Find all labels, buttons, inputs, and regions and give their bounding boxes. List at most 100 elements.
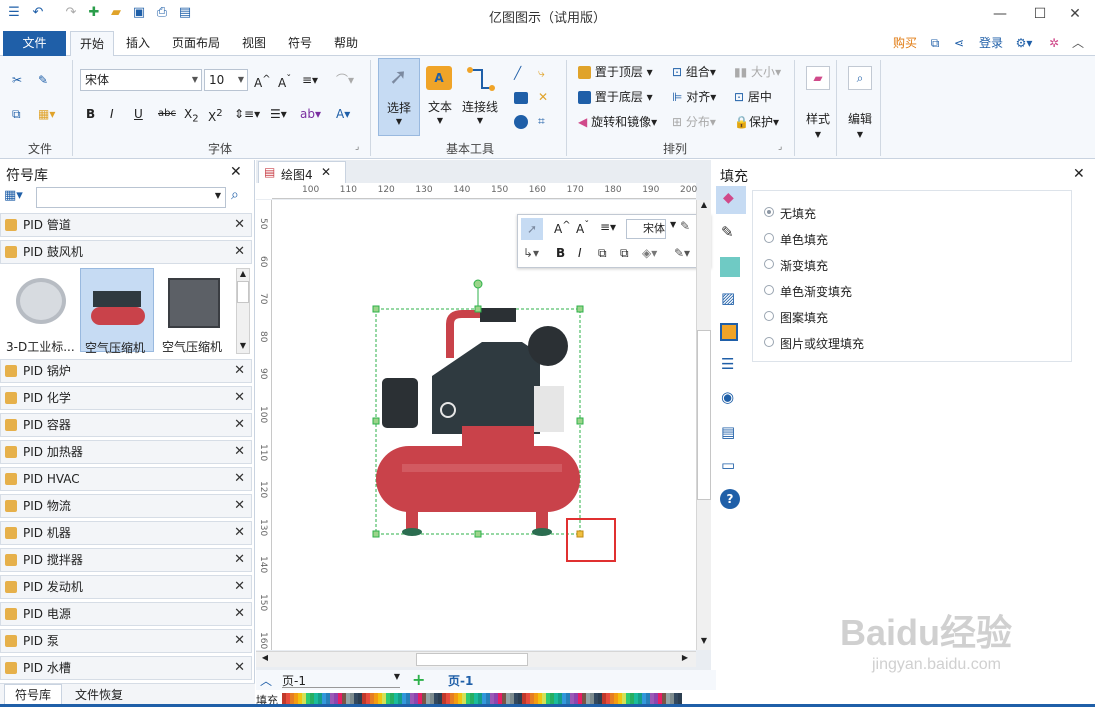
share-screen-icon[interactable]: ⧉ bbox=[926, 31, 944, 56]
tab-symbol-library[interactable]: 符号库 bbox=[4, 684, 62, 706]
scroll-left-icon[interactable]: ◀ bbox=[258, 653, 272, 667]
fill-option-label[interactable]: 单色填充 bbox=[780, 231, 828, 248]
air-compressor-shape[interactable] bbox=[372, 278, 586, 540]
login-link[interactable]: 登录 bbox=[974, 31, 1008, 56]
library-item[interactable]: PID 搅拌器 ✕ bbox=[0, 548, 252, 572]
library-item[interactable]: PID 物流 ✕ bbox=[0, 494, 252, 518]
tab-home[interactable]: 开始 bbox=[70, 31, 114, 57]
scroll-down-icon[interactable]: ▼ bbox=[697, 636, 711, 650]
page-list-icon[interactable]: ☰ bbox=[721, 355, 734, 373]
send-to-back-button[interactable]: 置于底层 ▾ bbox=[578, 86, 653, 108]
close-icon[interactable]: ✕ bbox=[234, 603, 245, 625]
library-search-input[interactable]: ▼ bbox=[36, 187, 226, 208]
highlight-icon[interactable]: ab▾ bbox=[300, 103, 321, 125]
subscript-icon[interactable]: X2 bbox=[184, 103, 199, 125]
shape-thumbnail[interactable]: 3-D工业标... bbox=[6, 270, 76, 354]
font-family-select[interactable]: 宋体 ▼ bbox=[80, 69, 202, 91]
line-tool-icon[interactable]: ╱ bbox=[514, 62, 521, 84]
document-tab[interactable]: ▤ 绘图4 ✕ bbox=[258, 161, 346, 183]
resize-handle[interactable] bbox=[576, 417, 584, 425]
close-icon[interactable]: ✕ bbox=[234, 441, 245, 463]
close-fill-panel-icon[interactable]: ✕ bbox=[1073, 166, 1085, 182]
fill-option-radio[interactable] bbox=[764, 233, 774, 243]
crop-icon[interactable]: ⌗ bbox=[538, 110, 545, 132]
decrease-font-icon[interactable]: Aˇ bbox=[278, 69, 291, 91]
tab-file-recovery[interactable]: 文件恢复 bbox=[66, 684, 132, 706]
edit-button[interactable]: ⌕ 编辑 ▼ bbox=[842, 62, 878, 142]
resize-handle[interactable] bbox=[372, 417, 380, 425]
close-icon[interactable]: ✕ bbox=[234, 630, 245, 652]
copy-icon[interactable]: ⧉ bbox=[12, 103, 21, 125]
vertical-scroll-thumb[interactable] bbox=[697, 330, 711, 500]
library-item[interactable]: PID 容器 ✕ bbox=[0, 413, 252, 437]
comment-icon[interactable]: ▭ bbox=[721, 456, 735, 474]
fill-option-radio[interactable] bbox=[764, 337, 774, 347]
italic-icon[interactable]: I bbox=[110, 103, 114, 125]
fill-option-label[interactable]: 单色渐变填充 bbox=[780, 283, 852, 300]
close-icon[interactable]: ✕ bbox=[234, 468, 245, 490]
hyperlink-icon[interactable]: ◉ bbox=[721, 388, 734, 406]
paragraph-align-icon[interactable]: ≡▾ bbox=[302, 69, 318, 91]
horizontal-scroll-thumb[interactable] bbox=[416, 653, 528, 666]
send-back-mini-icon[interactable]: ⧉ bbox=[620, 246, 629, 261]
fill-option-label[interactable]: 无填充 bbox=[780, 205, 816, 222]
fill-option-radio[interactable] bbox=[764, 285, 774, 295]
file-menu[interactable]: 文件 bbox=[3, 31, 66, 56]
image-icon[interactable]: ▨ bbox=[721, 289, 735, 307]
arrange-dialog-launcher-icon[interactable]: ⌟ bbox=[778, 136, 782, 158]
help-icon[interactable]: ? bbox=[720, 489, 740, 509]
shape-thumbnail[interactable]: 空气压缩机 bbox=[160, 270, 230, 354]
library-item[interactable]: PID 电源 ✕ bbox=[0, 602, 252, 626]
shape-thumbnail-selected[interactable]: 空气压缩机 bbox=[80, 268, 154, 355]
rotate-handle[interactable] bbox=[473, 279, 483, 289]
fill-option-radio[interactable] bbox=[764, 311, 774, 321]
fill-color-icon[interactable]: ◈▾ bbox=[642, 246, 657, 260]
add-page-icon[interactable]: + bbox=[412, 670, 425, 689]
close-icon[interactable]: ✕ bbox=[1060, 3, 1090, 25]
collapse-ribbon-icon[interactable]: ︿ bbox=[1068, 31, 1088, 56]
close-icon[interactable]: ✕ bbox=[234, 387, 245, 409]
italic-icon[interactable]: I bbox=[578, 246, 582, 260]
superscript-icon[interactable]: X2 bbox=[208, 103, 223, 125]
library-item[interactable]: PID 水槽 ✕ bbox=[0, 656, 252, 680]
strikethrough-icon[interactable]: abc bbox=[158, 103, 176, 125]
text-path-icon[interactable]: ⌒▾ bbox=[336, 69, 354, 91]
bold-icon[interactable]: B bbox=[86, 103, 95, 125]
line-tool-icon[interactable]: ✎ bbox=[721, 223, 734, 241]
distribute-button[interactable]: ⊞ 分布▾ bbox=[672, 111, 716, 133]
connector-tool-button[interactable]: 连接线 ▼ bbox=[460, 58, 500, 136]
resize-handle[interactable] bbox=[372, 305, 380, 313]
skin-icon[interactable]: ✲ bbox=[1044, 31, 1064, 56]
pointer-icon[interactable]: ➚ bbox=[521, 218, 543, 240]
library-item[interactable]: PID HVAC ✕ bbox=[0, 467, 252, 491]
close-icon[interactable]: ✕ bbox=[234, 576, 245, 598]
library-menu-icon[interactable]: ▦▾ bbox=[4, 188, 23, 203]
attachment-icon[interactable]: ▤ bbox=[721, 423, 735, 441]
rectangle-tool-icon[interactable] bbox=[514, 86, 528, 108]
fill-option-label[interactable]: 图案填充 bbox=[780, 309, 828, 326]
mini-font-select[interactable]: 宋体 bbox=[626, 219, 666, 239]
rotate-mirror-button[interactable]: ◀ 旋转和镜像▾ bbox=[578, 111, 657, 133]
close-icon[interactable]: ✕ bbox=[234, 495, 245, 517]
library-item[interactable]: PID 管道 ✕ bbox=[0, 213, 252, 237]
page-nav-up-icon[interactable]: ︿ bbox=[260, 672, 272, 689]
bring-front-mini-icon[interactable]: ⧉ bbox=[598, 246, 607, 261]
font-dialog-launcher-icon[interactable]: ⌟ bbox=[355, 136, 359, 158]
minimize-icon[interactable]: — bbox=[985, 3, 1015, 25]
shadow-icon[interactable] bbox=[720, 257, 740, 277]
close-icon[interactable]: ✕ bbox=[234, 657, 245, 679]
tab-symbol[interactable]: 符号 bbox=[280, 31, 320, 56]
group-button[interactable]: ⊡ 组合▾ bbox=[672, 61, 716, 83]
scroll-up-icon[interactable]: ▲ bbox=[237, 269, 249, 281]
search-icon[interactable]: ⌕ bbox=[231, 187, 239, 203]
font-color-icon[interactable]: A▾ bbox=[336, 103, 350, 125]
text-tool-button[interactable]: A 文本 ▼ bbox=[422, 58, 458, 136]
fill-option-radio[interactable] bbox=[764, 207, 774, 217]
library-item[interactable]: PID 锅炉 ✕ bbox=[0, 359, 252, 383]
close-icon[interactable]: ✕ bbox=[234, 522, 245, 544]
buy-link[interactable]: 购买 bbox=[888, 31, 922, 56]
library-item[interactable]: PID 化学 ✕ bbox=[0, 386, 252, 410]
close-icon[interactable]: ✕ bbox=[234, 214, 245, 236]
close-icon[interactable]: ✕ bbox=[234, 360, 245, 382]
fill-tool-icon[interactable]: ◆ bbox=[716, 186, 746, 214]
